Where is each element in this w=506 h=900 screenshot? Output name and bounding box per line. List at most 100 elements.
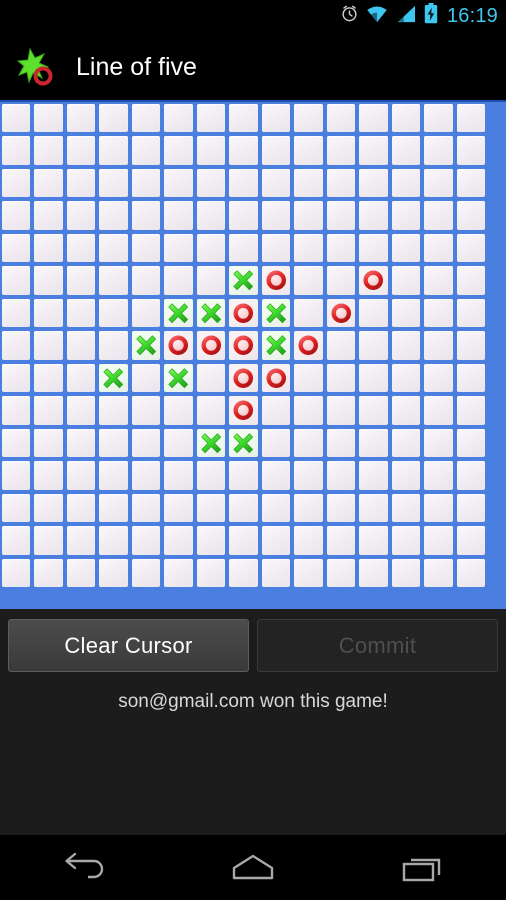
board-cell-empty[interactable] — [359, 461, 388, 490]
board-cell-empty[interactable] — [196, 558, 225, 587]
board-cell-empty[interactable] — [456, 363, 485, 392]
board-cell-empty[interactable] — [66, 103, 95, 132]
board-cell-empty[interactable] — [326, 136, 355, 165]
board-cell-empty[interactable] — [261, 493, 290, 522]
board-cell-empty[interactable] — [131, 168, 160, 197]
board-cell-empty[interactable] — [261, 201, 290, 230]
board-cell-empty[interactable] — [99, 428, 128, 457]
board-cell-empty[interactable] — [294, 558, 323, 587]
recents-icon[interactable] — [377, 843, 467, 893]
board-piece-o[interactable] — [164, 331, 193, 360]
board-cell-empty[interactable] — [34, 558, 63, 587]
board-cell-empty[interactable] — [359, 136, 388, 165]
board-cell-empty[interactable] — [196, 461, 225, 490]
board-piece-o[interactable] — [229, 331, 258, 360]
board-cell-empty[interactable] — [261, 136, 290, 165]
board-cell-empty[interactable] — [34, 461, 63, 490]
board-cell-empty[interactable] — [261, 168, 290, 197]
board-cell-empty[interactable] — [196, 266, 225, 295]
board-cell-empty[interactable] — [131, 396, 160, 425]
board-cell-empty[interactable] — [34, 331, 63, 360]
board-cell-empty[interactable] — [294, 136, 323, 165]
board-piece-o[interactable] — [294, 331, 323, 360]
board-cell-empty[interactable] — [326, 201, 355, 230]
board-cell-empty[interactable] — [359, 428, 388, 457]
board-cell-empty[interactable] — [229, 136, 258, 165]
board-cell-empty[interactable] — [99, 233, 128, 262]
board-cell-empty[interactable] — [99, 168, 128, 197]
board-cell-empty[interactable] — [34, 363, 63, 392]
board-cell-empty[interactable] — [294, 168, 323, 197]
board-cell-empty[interactable] — [66, 298, 95, 327]
board-cell-empty[interactable] — [391, 168, 420, 197]
board-cell-empty[interactable] — [424, 168, 453, 197]
game-board[interactable] — [0, 102, 506, 609]
board-cell-empty[interactable] — [99, 558, 128, 587]
board-cell-empty[interactable] — [229, 233, 258, 262]
clear-cursor-button[interactable]: Clear Cursor — [8, 619, 249, 672]
board-cell-empty[interactable] — [164, 201, 193, 230]
board-cell-empty[interactable] — [391, 428, 420, 457]
board-cell-empty[interactable] — [391, 331, 420, 360]
board-cell-empty[interactable] — [229, 558, 258, 587]
board-cell-empty[interactable] — [359, 558, 388, 587]
board-cell-empty[interactable] — [359, 363, 388, 392]
board-cell-empty[interactable] — [456, 493, 485, 522]
board-cell-empty[interactable] — [424, 233, 453, 262]
board-piece-x[interactable] — [229, 266, 258, 295]
board-cell-empty[interactable] — [391, 103, 420, 132]
board-cell-empty[interactable] — [1, 493, 30, 522]
board-cell-empty[interactable] — [1, 396, 30, 425]
board-cell-empty[interactable] — [424, 298, 453, 327]
board-cell-empty[interactable] — [424, 461, 453, 490]
board-cell-empty[interactable] — [294, 428, 323, 457]
board-cell-empty[interactable] — [456, 201, 485, 230]
board-piece-x[interactable] — [131, 331, 160, 360]
board-cell-empty[interactable] — [66, 168, 95, 197]
board-cell-empty[interactable] — [391, 396, 420, 425]
board-cell-empty[interactable] — [261, 461, 290, 490]
board-cell-empty[interactable] — [326, 331, 355, 360]
board-cell-empty[interactable] — [294, 363, 323, 392]
board-cell-empty[interactable] — [456, 136, 485, 165]
board-cell-empty[interactable] — [66, 266, 95, 295]
board-cell-empty[interactable] — [131, 298, 160, 327]
board-cell-empty[interactable] — [164, 136, 193, 165]
board-cell-empty[interactable] — [326, 461, 355, 490]
board-cell-empty[interactable] — [261, 558, 290, 587]
board-piece-x[interactable] — [261, 298, 290, 327]
board-cell-empty[interactable] — [391, 201, 420, 230]
board-cell-empty[interactable] — [66, 201, 95, 230]
board-cell-empty[interactable] — [294, 526, 323, 555]
board-cell-empty[interactable] — [359, 298, 388, 327]
board-cell-empty[interactable] — [294, 493, 323, 522]
board-cell-empty[interactable] — [131, 493, 160, 522]
board-cell-empty[interactable] — [196, 493, 225, 522]
board-cell-empty[interactable] — [229, 526, 258, 555]
board-cell-empty[interactable] — [1, 136, 30, 165]
board-cell-empty[interactable] — [1, 266, 30, 295]
board-cell-empty[interactable] — [424, 201, 453, 230]
board-piece-o[interactable] — [261, 266, 290, 295]
board-cell-empty[interactable] — [326, 168, 355, 197]
board-cell-empty[interactable] — [34, 428, 63, 457]
board-piece-x[interactable] — [99, 363, 128, 392]
board-cell-empty[interactable] — [359, 331, 388, 360]
board-cell-empty[interactable] — [1, 428, 30, 457]
board-cell-empty[interactable] — [391, 493, 420, 522]
board-cell-empty[interactable] — [294, 103, 323, 132]
board-cell-empty[interactable] — [99, 266, 128, 295]
board-cell-empty[interactable] — [359, 526, 388, 555]
board-piece-x[interactable] — [261, 331, 290, 360]
board-cell-empty[interactable] — [1, 103, 30, 132]
board-piece-o[interactable] — [359, 266, 388, 295]
board-piece-x[interactable] — [196, 298, 225, 327]
board-cell-empty[interactable] — [1, 201, 30, 230]
board-cell-empty[interactable] — [164, 103, 193, 132]
board-cell-empty[interactable] — [326, 396, 355, 425]
board-cell-empty[interactable] — [34, 493, 63, 522]
board-cell-empty[interactable] — [131, 363, 160, 392]
board-cell-empty[interactable] — [164, 168, 193, 197]
board-cell-empty[interactable] — [1, 526, 30, 555]
board-piece-o[interactable] — [196, 331, 225, 360]
